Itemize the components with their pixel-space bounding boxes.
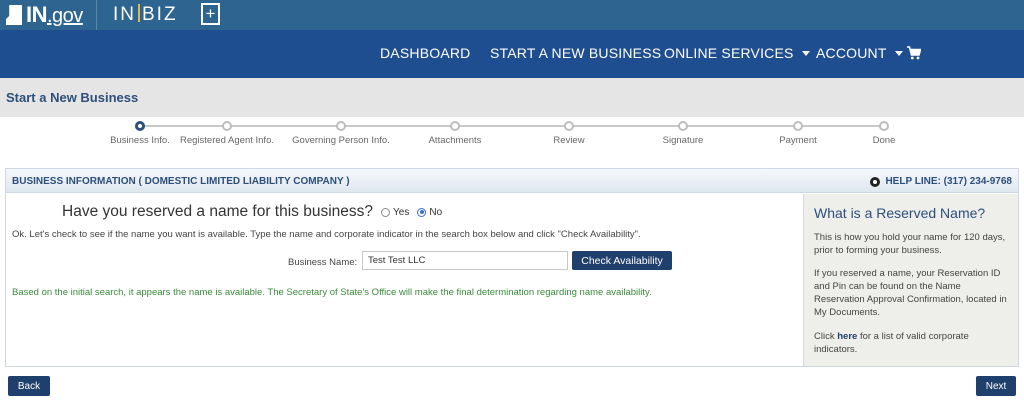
step-dot: [793, 121, 803, 131]
headset-icon: [870, 176, 881, 187]
next-button[interactable]: Next: [976, 376, 1016, 396]
help-line: HELP LINE: (317) 234-9768: [870, 176, 1012, 187]
sidebar-paragraph-3: Click here for a list of valid corporate…: [814, 331, 969, 355]
question-text: Have you reserved a name for this busine…: [62, 203, 374, 220]
sidebar-title: What is a Reserved Name?: [814, 205, 986, 221]
back-button[interactable]: Back: [8, 376, 50, 396]
availability-message: Based on the initial search, it appears …: [12, 287, 652, 298]
logo-divider: [96, 0, 97, 30]
logo-suffix-text: .gov: [47, 5, 83, 27]
step-label: Done: [872, 135, 896, 146]
logo-main-text: IN: [26, 2, 48, 27]
step-dot: [678, 121, 688, 131]
inbiz-left-text: IN: [113, 4, 136, 25]
progress-stepper: Business Info. Registered Agent Info. Gove…: [0, 117, 1024, 159]
nav-start-business[interactable]: START A NEW BUSINESS: [490, 45, 661, 61]
page-title-band: Start a New Business: [0, 78, 1024, 117]
sidebar-paragraph-2: If you reserved a name, your Reservation…: [814, 268, 1007, 318]
cart-icon[interactable]: [907, 46, 921, 60]
step-label: Signature: [662, 135, 704, 146]
top-bar: IN.gov IN BIZ +: [0, 0, 1024, 30]
ingov-logo[interactable]: IN.gov: [6, 2, 83, 27]
chevron-down-icon: [801, 51, 810, 56]
step-dot: [336, 121, 346, 131]
sidebar-paragraph-1: This is how you hold your name for 120 d…: [814, 232, 1006, 256]
business-name-input[interactable]: [362, 251, 568, 270]
step-dot: [879, 121, 889, 131]
inbiz-logo[interactable]: IN BIZ: [113, 4, 178, 26]
business-name-label: Business Name:: [288, 257, 358, 268]
chevron-down-icon: [894, 51, 903, 56]
radio-yes[interactable]: [381, 207, 391, 217]
radio-no-label[interactable]: No: [429, 207, 442, 218]
step-label: Governing Person Info.: [292, 135, 390, 146]
step-label: Payment: [779, 135, 817, 146]
instructions-text: Ok. Let's check to see if the name you w…: [12, 229, 641, 240]
business-info-panel: BUSINESS INFORMATION ( DOMESTIC LIMITED …: [5, 168, 1019, 367]
step-label: Review: [553, 135, 585, 146]
step-dot: [222, 121, 232, 131]
nav-dashboard[interactable]: DASHBOARD: [380, 45, 470, 61]
check-availability-button[interactable]: Check Availability: [572, 251, 672, 270]
step-dot: [135, 121, 145, 131]
reserved-name-question: Have you reserved a name for this busine…: [62, 203, 442, 221]
step-label: Attachments: [428, 135, 482, 146]
step-label: Registered Agent Info.: [179, 135, 275, 146]
inbiz-right-text: BIZ: [142, 4, 178, 25]
reserved-name-sidebar: What is a Reserved Name? This is how you…: [803, 194, 1018, 366]
nav-account[interactable]: ACCOUNT: [816, 45, 903, 61]
radio-yes-label[interactable]: Yes: [393, 207, 409, 218]
step-dot: [450, 121, 460, 131]
inbiz-bar-icon: [138, 4, 140, 22]
panel-header: BUSINESS INFORMATION ( DOMESTIC LIMITED …: [6, 169, 1018, 193]
page-title: Start a New Business: [6, 90, 139, 105]
step-dot: [564, 121, 574, 131]
here-link[interactable]: here: [837, 331, 857, 342]
help-line-text: HELP LINE: (317) 234-9768: [885, 176, 1012, 187]
nav-online-services[interactable]: ONLINE SERVICES: [664, 45, 810, 61]
stepper-track: [140, 125, 884, 127]
radio-no[interactable]: [417, 207, 427, 217]
indiana-state-icon: [6, 5, 22, 25]
plus-box-icon[interactable]: +: [201, 3, 220, 25]
panel-title: BUSINESS INFORMATION ( DOMESTIC LIMITED …: [12, 176, 350, 187]
main-navigation: DASHBOARD START A NEW BUSINESS ONLINE SE…: [0, 30, 1024, 78]
step-label: Business Info.: [110, 135, 170, 146]
